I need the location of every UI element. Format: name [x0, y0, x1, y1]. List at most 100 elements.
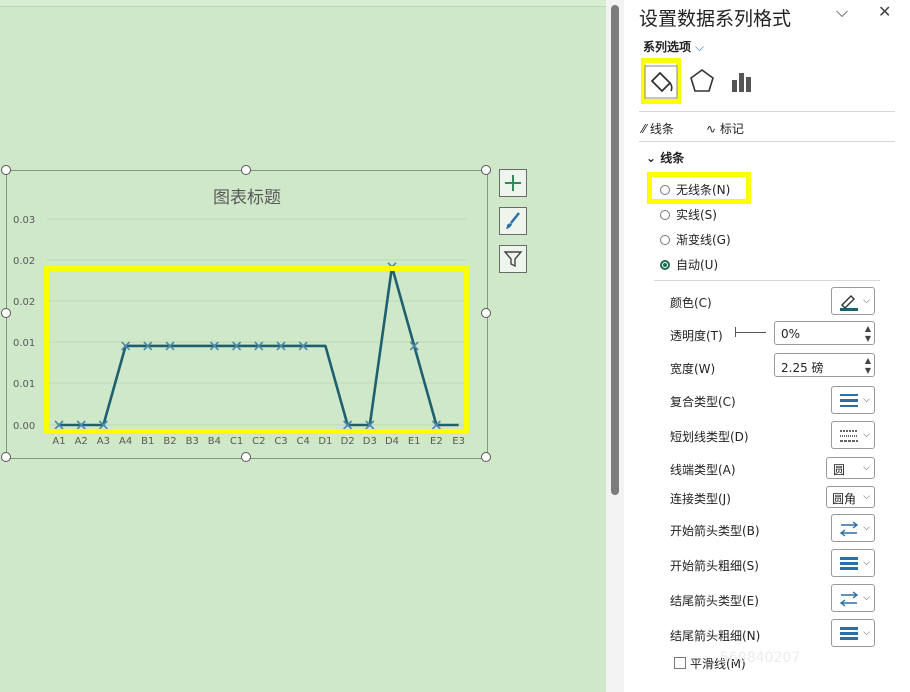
x-tick-label: D1	[318, 436, 332, 447]
begin-arrow-type-dropdown[interactable]: ⌵	[831, 514, 875, 542]
transparency-slider[interactable]	[736, 332, 766, 333]
radio-button[interactable]	[660, 234, 670, 245]
resize-handle-top[interactable]	[241, 165, 251, 175]
spin-down-icon[interactable]: ▼	[865, 334, 871, 343]
chevron-down-icon[interactable]: ⌵	[836, 2, 848, 22]
section-line[interactable]: ⌄ 线条	[646, 149, 684, 166]
subtab-line[interactable]: ⁄⁄ 线条	[642, 120, 674, 137]
x-tick-label: A1	[52, 436, 65, 447]
resize-handle-br[interactable]	[481, 452, 491, 462]
begin-arrow-size-label: 开始箭头粗细(S)	[670, 559, 759, 573]
resize-handle-right[interactable]	[481, 308, 491, 318]
spin-up-icon[interactable]: ▲	[865, 324, 871, 333]
panel-title: 设置数据系列格式	[639, 8, 792, 30]
arrow-size-icon	[840, 627, 858, 640]
chevron-down-icon: ⌵	[863, 430, 870, 440]
scrollbar-thumb[interactable]	[611, 5, 619, 495]
compound-type-label: 复合类型(C)	[670, 395, 736, 409]
x-tick-label: C3	[274, 436, 287, 447]
resize-handle-bl[interactable]	[1, 452, 11, 462]
x-tick-label: D3	[363, 436, 377, 447]
y-tick-label: 0.01	[13, 338, 35, 349]
chevron-down-icon: ⌵	[863, 492, 870, 502]
arrow-size-icon	[840, 557, 858, 570]
color-picker-button[interactable]: ⌵	[831, 287, 875, 315]
color-label: 颜色(C)	[670, 296, 712, 310]
end-arrow-size-label: 结尾箭头粗细(N)	[670, 629, 761, 643]
brush-icon	[506, 212, 520, 229]
spin-up-icon[interactable]: ▲	[865, 356, 871, 365]
resize-handle-bottom[interactable]	[241, 452, 251, 462]
chevron-down-icon: ⌵	[863, 463, 870, 473]
column-header-strip	[0, 0, 606, 7]
arrow-type-icon	[839, 521, 859, 537]
compound-type-dropdown[interactable]: ⌵	[831, 386, 875, 414]
effects-tab[interactable]	[684, 64, 720, 100]
resize-handle-tr[interactable]	[481, 165, 491, 175]
x-tick-label: B3	[186, 436, 199, 447]
x-tick-label: D2	[341, 436, 355, 447]
dash-type-dropdown[interactable]: ⌵	[831, 421, 875, 449]
divider	[639, 111, 895, 112]
x-tick-label: E2	[430, 436, 443, 447]
x-tick-label: E1	[408, 436, 421, 447]
end-arrow-type-dropdown[interactable]: ⌵	[831, 584, 875, 612]
chevron-down-icon: ⌵	[695, 40, 705, 54]
chart-styles-button[interactable]	[499, 207, 527, 235]
x-tick-label: B2	[163, 436, 176, 447]
pen-color-icon	[840, 295, 858, 311]
spin-down-icon[interactable]: ▼	[865, 366, 871, 375]
x-tick-label: C1	[230, 436, 243, 447]
y-tick-label: 0.02	[13, 297, 35, 308]
format-data-series-panel: 设置数据系列格式 ⌵ ✕ 系列选项 ⌵ ⁄⁄ 线条 ∿ 标记 ⌄ 线条 无线条(N…	[624, 0, 910, 692]
end-arrow-type-label: 结尾箭头类型(E)	[670, 594, 759, 608]
radio-button[interactable]	[660, 184, 670, 195]
divider	[654, 280, 880, 281]
subtab-marker[interactable]: ∿ 标记	[706, 120, 744, 137]
radio-button[interactable]	[660, 209, 670, 220]
chevron-down-icon: ⌵	[863, 395, 870, 405]
close-icon[interactable]: ✕	[878, 2, 891, 21]
compound-lines-icon	[840, 394, 858, 407]
fill-line-tab[interactable]	[643, 64, 679, 100]
chevron-down-icon: ⌵	[863, 593, 870, 603]
radio-no-line[interactable]: 无线条(N)	[660, 181, 730, 198]
transparency-input[interactable]: 0% ▲ ▼	[774, 321, 875, 345]
plus-icon	[505, 175, 521, 191]
marker-icon: ∿	[706, 122, 720, 136]
chevron-down-icon: ⌵	[863, 523, 870, 533]
resize-handle-left[interactable]	[1, 308, 11, 318]
radio-button-selected[interactable]	[660, 259, 670, 270]
smooth-line-checkbox[interactable]	[674, 657, 686, 669]
worksheet-area[interactable]: 图表标题 0.03 0.02 0.02 0.01 0.01 0.00 A1 A2 A3 A4 B1 B…	[0, 0, 607, 692]
begin-arrow-size-dropdown[interactable]: ⌵	[831, 549, 875, 577]
width-input[interactable]: 2.25 磅 ▲ ▼	[774, 353, 875, 377]
chart-filters-button[interactable]	[499, 245, 527, 273]
vertical-scrollbar[interactable]	[606, 0, 624, 692]
radio-solid-line[interactable]: 实线(S)	[660, 206, 717, 223]
filter-icon	[503, 251, 523, 268]
series-options-tab[interactable]	[724, 64, 760, 100]
radio-automatic[interactable]: 自动(U)	[660, 256, 718, 273]
series-options-dropdown[interactable]: 系列选项 ⌵	[643, 38, 704, 55]
chart-elements-button[interactable]	[499, 169, 527, 197]
join-type-dropdown[interactable]: 圆角 ⌵	[826, 486, 875, 508]
cap-type-dropdown[interactable]: 圆 ⌵	[826, 457, 875, 479]
x-tick-label: A4	[119, 436, 132, 447]
chevron-down-icon: ⌵	[863, 296, 870, 306]
y-tick-label: 0.00	[13, 421, 35, 432]
begin-arrow-type-label: 开始箭头类型(B)	[670, 524, 760, 538]
watermark: 560840207	[720, 650, 801, 666]
transparency-label: 透明度(T)	[670, 329, 723, 343]
radio-gradient-line[interactable]: 渐变线(G)	[660, 231, 731, 248]
dash-type-label: 短划线类型(D)	[670, 430, 749, 444]
divider	[639, 141, 895, 142]
end-arrow-size-dropdown[interactable]: ⌵	[831, 619, 875, 647]
y-tick-label: 0.03	[13, 215, 35, 226]
dash-lines-icon	[840, 430, 858, 442]
resize-handle-tl[interactable]	[1, 165, 11, 175]
chevron-down-icon: ⌄	[646, 151, 661, 165]
slider-thumb[interactable]	[735, 327, 736, 337]
line-icon: ⁄⁄	[642, 122, 650, 136]
chevron-down-icon: ⌵	[863, 558, 870, 568]
